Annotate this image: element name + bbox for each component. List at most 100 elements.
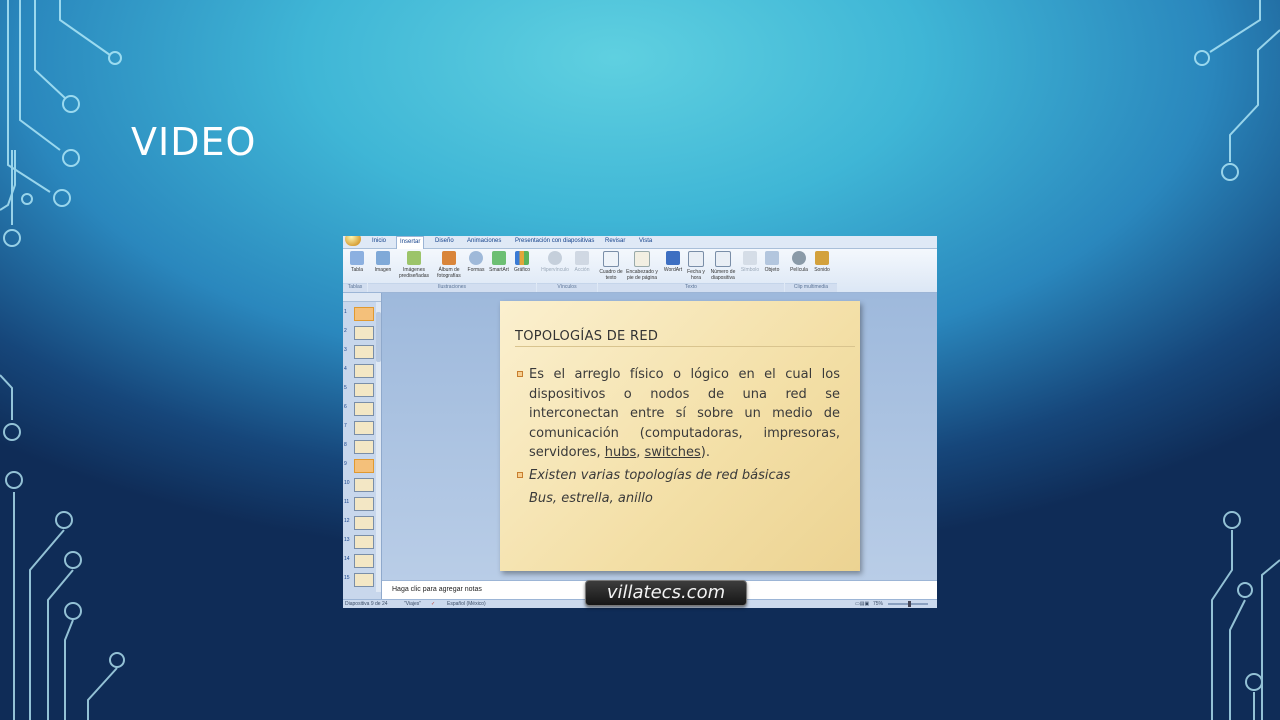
objeto-button[interactable]: Objeto xyxy=(761,251,783,273)
ribbon: Tabla Imagen Imágenes prediseñadas Álbum… xyxy=(343,249,937,293)
header-footer-icon xyxy=(634,251,650,267)
smartart-icon xyxy=(492,251,506,265)
numero-diapositiva-button[interactable]: Número de diapositiva xyxy=(707,251,739,281)
film-reel-icon xyxy=(792,251,806,265)
tab-animaciones[interactable]: Animaciones xyxy=(467,238,501,244)
thumbnail-number: 7 xyxy=(344,423,347,429)
office-button-icon[interactable] xyxy=(345,236,361,246)
clipart-icon xyxy=(407,251,421,265)
slide-thumbnail[interactable] xyxy=(354,307,374,321)
textbox-icon xyxy=(603,251,619,267)
embedded-slide[interactable]: TOPOLOGÍAS DE RED Es el arreglo físico o… xyxy=(500,301,860,571)
date-time-icon xyxy=(688,251,704,267)
wordart-button[interactable]: WordArt xyxy=(661,251,685,273)
thumbnail-pane-header xyxy=(343,293,381,302)
thumbnail-number: 15 xyxy=(344,575,350,581)
slide-thumbnail[interactable] xyxy=(354,516,374,530)
wordart-icon xyxy=(666,251,680,265)
slide-thumbnail[interactable] xyxy=(354,497,374,511)
tab-insertar[interactable]: Insertar xyxy=(396,236,425,250)
ribbon-tab-bar: Inicio Insertar Diseño Animaciones Prese… xyxy=(343,236,937,250)
clipart-button[interactable]: Imágenes prediseñadas xyxy=(398,251,430,279)
table-icon xyxy=(350,251,364,265)
slide-thumbnail[interactable] xyxy=(354,535,374,549)
speaker-icon xyxy=(815,251,829,265)
slide-thumbnail[interactable] xyxy=(354,383,374,397)
zoom-slider-knob[interactable] xyxy=(908,601,911,607)
language-status[interactable]: Español (México) xyxy=(447,601,486,607)
thumbnail-number: 13 xyxy=(344,537,350,543)
photo-album-icon xyxy=(442,251,456,265)
slide-title: VIDEO xyxy=(131,120,257,164)
thumbnail-number: 14 xyxy=(344,556,350,562)
thumbnail-number: 8 xyxy=(344,442,347,448)
slide-count-status: Diapositiva 9 de 24 xyxy=(345,601,388,607)
thumbnail-number: 9 xyxy=(344,461,347,467)
tab-vista[interactable]: Vista xyxy=(639,238,652,244)
view-buttons-icon[interactable]: ▭▤▣ xyxy=(855,601,869,607)
hyperlink-icon xyxy=(548,251,562,265)
imagen-button[interactable]: Imagen xyxy=(370,251,396,273)
spellcheck-icon[interactable]: ✓ xyxy=(431,601,435,607)
bullet-square-icon xyxy=(517,371,523,377)
slide-thumbnail[interactable] xyxy=(354,326,374,340)
tab-revisar[interactable]: Revisar xyxy=(605,238,625,244)
album-button[interactable]: Álbum de fotografías xyxy=(434,251,464,279)
object-icon xyxy=(765,251,779,265)
slide-editing-area[interactable]: TOPOLOGÍAS DE RED Es el arreglo físico o… xyxy=(382,293,937,580)
notes-placeholder: Haga clic para agregar notas xyxy=(392,586,482,593)
accion-button[interactable]: Acción xyxy=(571,251,593,273)
thumbnail-number: 11 xyxy=(344,499,350,505)
slide-thumbnail[interactable] xyxy=(354,402,374,416)
bullet-text-1: Es el arreglo físico o lógico en el cual… xyxy=(529,367,840,460)
slide-thumbnail[interactable] xyxy=(354,573,374,587)
cuadro-texto-button[interactable]: Cuadro de texto xyxy=(599,251,623,281)
picture-icon xyxy=(376,251,390,265)
shapes-icon xyxy=(469,251,483,265)
bullet-text-3: Bus, estrella, anillo xyxy=(529,491,653,506)
group-ilustraciones: Ilustraciones xyxy=(368,283,536,292)
group-tablas: Tablas xyxy=(343,283,367,292)
encabezado-button[interactable]: Encabezado y pie de página xyxy=(625,251,659,281)
thumbnail-number: 10 xyxy=(344,480,350,486)
slide-thumbnail[interactable] xyxy=(354,440,374,454)
watermark-label: villatecs.com xyxy=(585,580,747,606)
slide-thumbnail[interactable] xyxy=(354,554,374,568)
thumbnail-number: 6 xyxy=(344,404,347,410)
tab-presentacion[interactable]: Presentación con diapositivas xyxy=(515,238,594,244)
bullet-square-icon xyxy=(517,472,523,478)
sonido-button[interactable]: Sonido xyxy=(811,251,833,273)
group-clip-multimedia: Clip multimedia xyxy=(785,283,837,292)
simbolo-button[interactable]: Símbolo xyxy=(739,251,761,273)
tab-inicio[interactable]: Inicio xyxy=(372,238,386,244)
fecha-hora-button[interactable]: Fecha y hora xyxy=(685,251,707,281)
slide-thumbnail-selected[interactable] xyxy=(354,459,374,473)
thumbnail-scrollbar[interactable] xyxy=(376,302,381,592)
embedded-slide-heading: TOPOLOGÍAS DE RED xyxy=(515,329,659,344)
thumbnail-number: 12 xyxy=(344,518,350,524)
formas-button[interactable]: Formas xyxy=(466,251,486,273)
tab-diseno[interactable]: Diseño xyxy=(435,238,454,244)
chart-icon xyxy=(515,251,529,265)
thumbnail-number: 2 xyxy=(344,328,347,334)
pelicula-button[interactable]: Película xyxy=(787,251,811,273)
link-hubs[interactable]: hubs xyxy=(605,445,637,460)
slide-thumbnail[interactable] xyxy=(354,478,374,492)
scrollbar-thumb[interactable] xyxy=(376,312,381,362)
thumbnail-number: 4 xyxy=(344,366,347,372)
slide-thumbnail[interactable] xyxy=(354,345,374,359)
smartart-button[interactable]: SmartArt xyxy=(487,251,511,273)
zoom-level[interactable]: 75% xyxy=(873,601,883,607)
video-frame[interactable]: Inicio Insertar Diseño Animaciones Prese… xyxy=(343,236,937,608)
group-texto: Texto xyxy=(598,283,784,292)
heading-divider xyxy=(515,346,855,347)
hipervinculo-button[interactable]: Hipervínculo xyxy=(539,251,571,273)
action-icon xyxy=(575,251,589,265)
tabla-button[interactable]: Tabla xyxy=(344,251,370,273)
thumbnail-number: 3 xyxy=(344,347,347,353)
slide-thumbnail[interactable] xyxy=(354,421,374,435)
link-switches[interactable]: switches xyxy=(645,445,701,460)
slide-thumbnail[interactable] xyxy=(354,364,374,378)
theme-status: "Viajes" xyxy=(404,601,422,607)
grafico-button[interactable]: Gráfico xyxy=(511,251,533,273)
